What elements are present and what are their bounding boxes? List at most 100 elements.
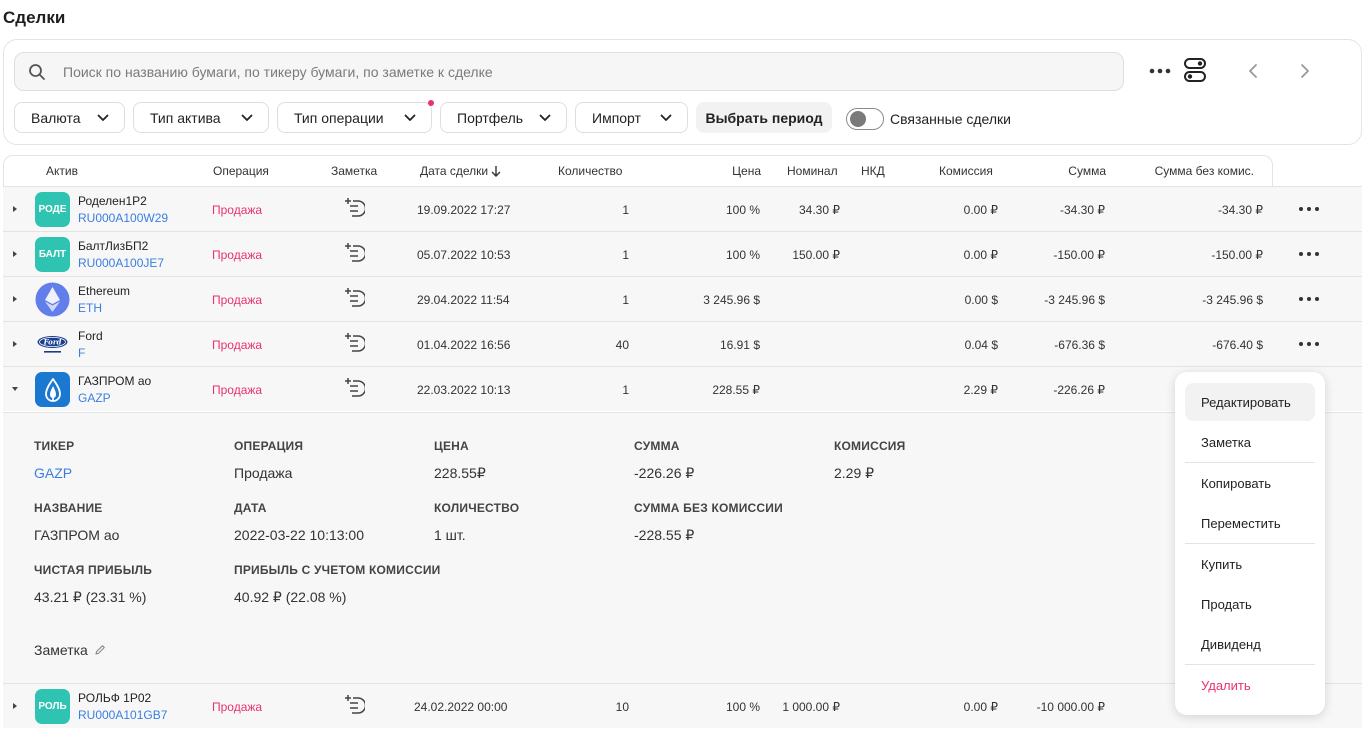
chevron-right-icon: [1301, 64, 1309, 78]
sum: -34.30 ₽: [1060, 203, 1105, 217]
column-asset[interactable]: Актив: [46, 164, 78, 178]
select-period-button[interactable]: Выбрать период: [696, 102, 832, 133]
deal-date: 29.04.2022 11:54: [417, 293, 510, 307]
asset-ticker-link[interactable]: RU000A101GB7: [78, 708, 167, 722]
column-note[interactable]: Заметка: [331, 164, 377, 178]
toggle-settings-icon: [1184, 58, 1206, 82]
asset-ticker-link[interactable]: GAZP: [78, 391, 111, 405]
asset-ticker-link[interactable]: F: [78, 346, 85, 360]
add-note-icon[interactable]: [343, 693, 365, 715]
price: 228.55 ₽: [712, 383, 760, 397]
pencil-icon: [95, 645, 105, 655]
asset-logo-text: БАЛТ: [38, 249, 67, 260]
add-note-icon[interactable]: [343, 196, 365, 218]
add-note-icon[interactable]: [343, 286, 365, 308]
menu-copy[interactable]: Копировать: [1185, 464, 1315, 502]
caret-right-icon[interactable]: [11, 340, 19, 348]
prev-page-button[interactable]: [1242, 58, 1264, 84]
operation-type: Продажа: [212, 293, 263, 307]
caret-right-icon[interactable]: [11, 295, 19, 303]
menu-edit[interactable]: Редактировать: [1185, 383, 1315, 421]
column-date[interactable]: Дата сделки: [420, 164, 501, 178]
sum: -676.36 $: [1054, 338, 1105, 352]
sum-no-commission: -676.40 $: [1212, 338, 1263, 352]
quantity: 1: [622, 203, 629, 217]
sum-no-commission: -150.00 ₽: [1211, 248, 1263, 262]
add-note-icon[interactable]: [343, 376, 365, 398]
table-row-expanded[interactable]: ГАЗПРОМ ао GAZP Продажа 22.03.2022 10:13…: [3, 366, 1362, 411]
add-note-icon[interactable]: [343, 241, 365, 263]
column-sum[interactable]: Сумма: [1026, 164, 1106, 178]
menu-sell[interactable]: Продать: [1185, 585, 1315, 623]
operation-type: Продажа: [212, 338, 263, 352]
more-horizontal-icon: [1149, 68, 1171, 74]
note-label: Заметка: [34, 642, 88, 658]
menu-dividend[interactable]: Дивиденд: [1185, 625, 1315, 663]
currency-dropdown[interactable]: Валюта: [14, 102, 125, 133]
more-options-button[interactable]: [1146, 60, 1174, 82]
operation-type: Продажа: [212, 248, 263, 262]
currency-dropdown-label: Валюта: [31, 109, 81, 126]
edit-note-button[interactable]: Заметка: [34, 642, 106, 658]
detail-quantity: 1 шт.: [434, 527, 466, 543]
row-more-icon[interactable]: [1297, 200, 1321, 218]
row-more-icon[interactable]: [1297, 290, 1321, 308]
asset-type-dropdown[interactable]: Тип актива: [133, 102, 269, 133]
column-commission[interactable]: Комиссия: [939, 164, 993, 178]
portfolio-dropdown[interactable]: Портфель: [440, 102, 567, 133]
column-nominal[interactable]: Номинал: [787, 164, 838, 178]
column-price[interactable]: Цена: [681, 164, 761, 178]
detail-commission: 2.29 ₽: [834, 465, 875, 481]
linked-deals-toggle[interactable]: [846, 108, 884, 130]
search-input[interactable]: [61, 53, 1111, 90]
sum: -10 000.00 ₽: [1036, 700, 1105, 714]
linked-deals-label: Связанные сделки: [890, 111, 1011, 127]
portfolio-dropdown-label: Портфель: [457, 109, 524, 126]
table-row[interactable]: БАЛТ БалтЛизБП2 RU000A100JE7 Продажа 05.…: [3, 231, 1362, 276]
caret-right-icon[interactable]: [11, 702, 19, 710]
menu-move[interactable]: Переместить: [1185, 504, 1315, 542]
sum-no-commission: -34.30 ₽: [1218, 203, 1263, 217]
gazprom-flame-icon: [44, 377, 61, 402]
asset-ticker-link[interactable]: ETH: [78, 301, 102, 315]
column-operation[interactable]: Операция: [213, 164, 269, 178]
asset-name: ГАЗПРОМ ао: [78, 374, 152, 388]
deal-date: 05.07.2022 10:53: [417, 248, 511, 262]
row-more-icon[interactable]: [1297, 335, 1321, 353]
detail-profit-with-commission: 40.92 ₽ (22.08 %): [234, 589, 347, 605]
table-row[interactable]: РОДЕ Роделен1Р2 RU000A100W29 Продажа 19.…: [3, 186, 1362, 231]
row-more-icon[interactable]: [1297, 245, 1321, 263]
table-row[interactable]: Ethereum ETH Продажа 29.04.2022 11:54 1 …: [3, 276, 1362, 321]
menu-note[interactable]: Заметка: [1185, 423, 1315, 461]
asset-type-dropdown-label: Тип актива: [150, 109, 221, 126]
detail-ticker-link[interactable]: GAZP: [34, 465, 72, 481]
view-settings-button[interactable]: [1181, 55, 1209, 85]
menu-buy[interactable]: Купить: [1185, 545, 1315, 583]
chevron-down-icon: [660, 114, 672, 121]
import-dropdown-label: Импорт: [592, 109, 641, 126]
caret-right-icon[interactable]: [11, 250, 19, 258]
price: 100 %: [725, 203, 760, 217]
asset-ticker-link[interactable]: RU000A100W29: [78, 211, 168, 225]
table-row[interactable]: РОЛЬ РОЛЬФ 1Р02 RU000A101GB7 Продажа 24.…: [3, 683, 1362, 728]
import-dropdown[interactable]: Импорт: [575, 102, 688, 133]
add-note-icon[interactable]: [343, 331, 365, 353]
asset-name: Роделен1Р2: [78, 194, 147, 208]
row-context-menu: Редактировать Заметка Копировать Перемес…: [1175, 372, 1325, 715]
caret-down-icon[interactable]: [11, 385, 19, 393]
asset-logo-text: РОЛЬ: [38, 701, 67, 712]
operation-type-dropdown[interactable]: Тип операции: [277, 100, 434, 133]
chevron-down-icon: [241, 114, 253, 121]
search-box[interactable]: [14, 52, 1124, 91]
asset-ticker-link[interactable]: RU000A100JE7: [78, 256, 164, 270]
quantity: 1: [622, 383, 629, 397]
column-sum-no-commission[interactable]: Сумма без комис.: [1134, 164, 1254, 178]
column-quantity[interactable]: Количество: [558, 164, 622, 178]
menu-delete[interactable]: Удалить: [1185, 666, 1315, 704]
table-row[interactable]: Ford Ford F Продажа 01.04.2022 16:56 40 …: [3, 321, 1362, 366]
column-nkd[interactable]: НКД: [861, 164, 885, 178]
next-page-button[interactable]: [1294, 58, 1316, 84]
caret-right-icon[interactable]: [11, 205, 19, 213]
arrow-down-icon: [491, 166, 501, 177]
asset-name: БалтЛизБП2: [78, 239, 149, 253]
